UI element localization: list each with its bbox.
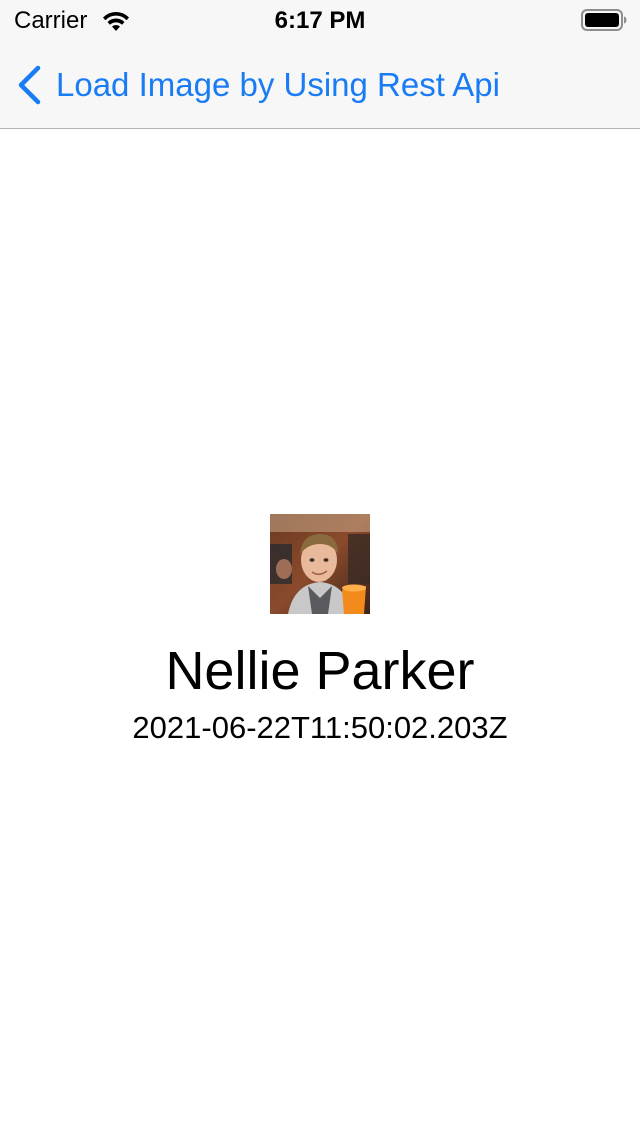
- navigation-bar: Load Image by Using Rest Api: [0, 40, 640, 129]
- back-button-label: Load Image by Using Rest Api: [56, 66, 500, 103]
- battery-icon: [581, 9, 627, 31]
- status-bar: Carrier 6:17 PM: [0, 0, 640, 40]
- profile-photo-icon: [270, 514, 370, 614]
- clock: 6:17 PM: [274, 7, 366, 34]
- profile-name: Nellie Parker: [165, 641, 475, 701]
- chevron-left-icon: [18, 65, 41, 105]
- profile-timestamp: 2021-06-22T11:50:02.203Z: [132, 710, 508, 745]
- detail-view: Nellie Parker 2021-06-22T11:50:02.203Z: [0, 130, 640, 1136]
- back-button[interactable]: Load Image by Using Rest Api: [14, 60, 500, 110]
- avatar: [270, 514, 370, 614]
